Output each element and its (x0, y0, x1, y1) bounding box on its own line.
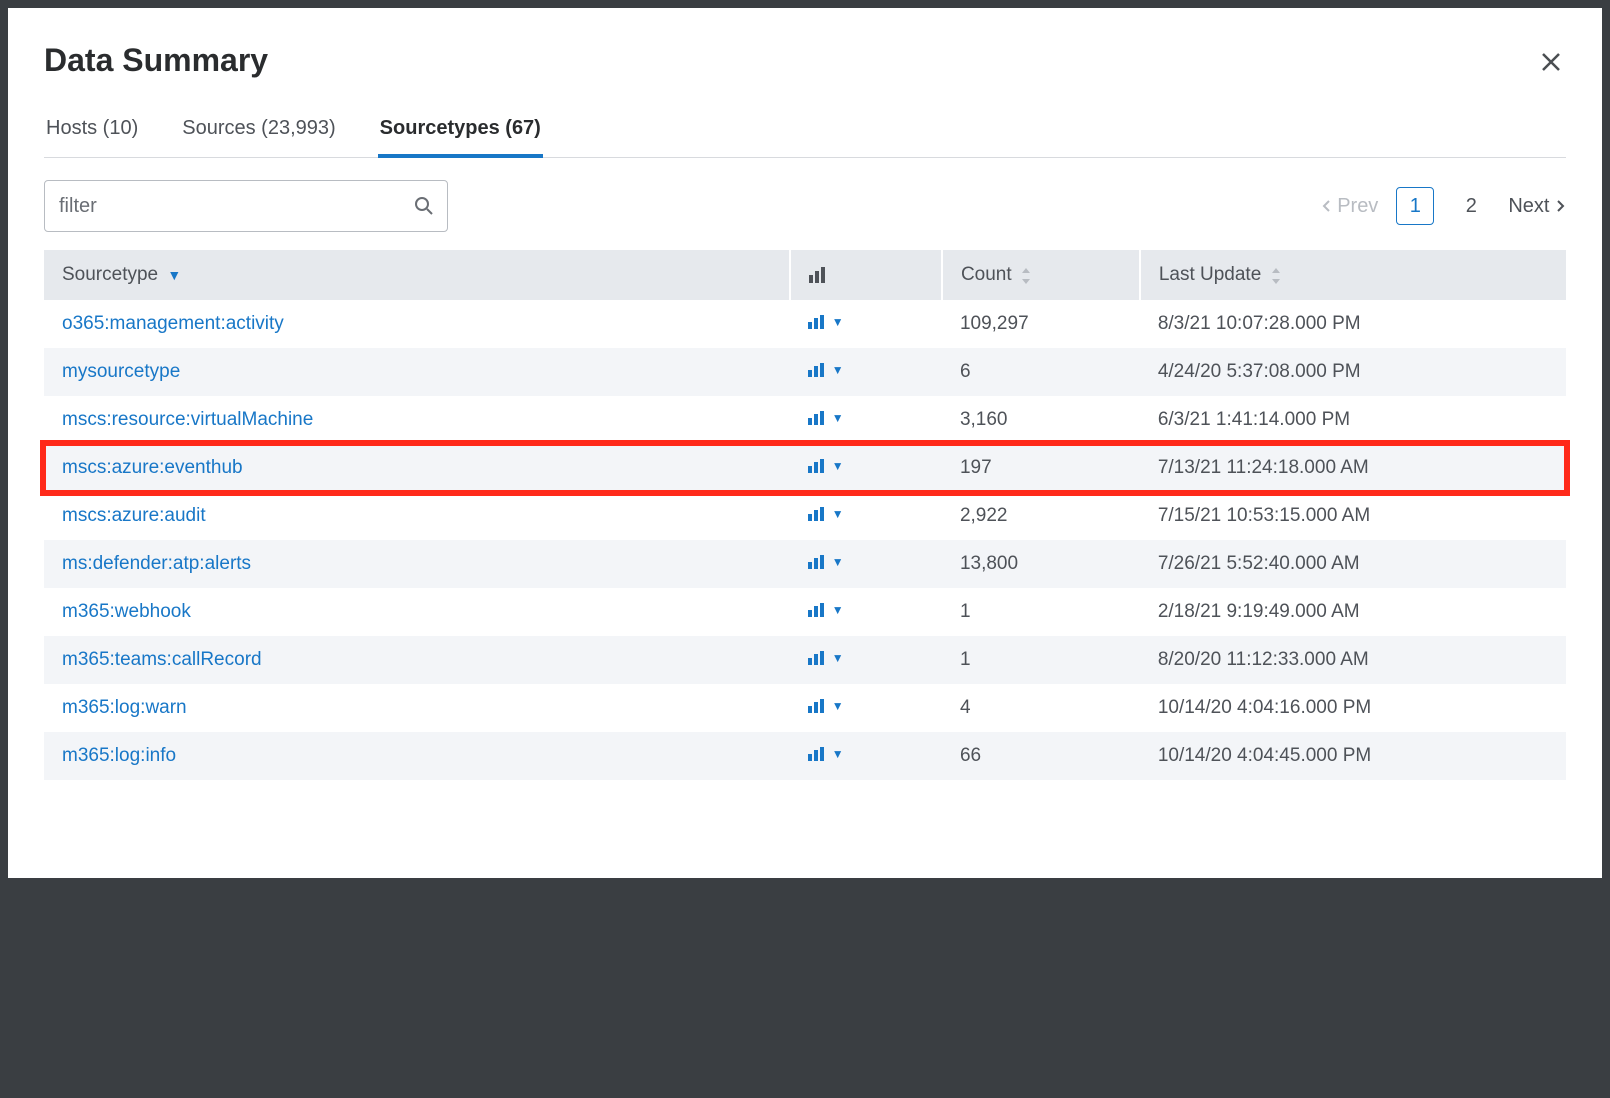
sourcetype-link[interactable]: ms:defender:atp:alerts (62, 553, 251, 574)
sourcetype-link[interactable]: mscs:azure:audit (62, 505, 206, 526)
column-header-sourcetype[interactable]: Sourcetype ▼ (44, 250, 790, 300)
chevron-down-icon: ▼ (832, 315, 844, 329)
last-update-cell: 10/14/20 4:04:45.000 PM (1140, 732, 1566, 780)
chart-action-icon[interactable]: ▼ (808, 411, 844, 425)
column-header-sourcetype-label: Sourcetype (62, 264, 158, 285)
count-cell: 3,160 (942, 396, 1140, 444)
chevron-down-icon: ▼ (832, 555, 844, 569)
last-update-cell: 10/14/20 4:04:16.000 PM (1140, 684, 1566, 732)
tabs: Hosts (10) Sources (23,993) Sourcetypes … (44, 107, 1566, 158)
sort-icon (1271, 267, 1281, 283)
chart-action-icon[interactable]: ▼ (808, 507, 844, 521)
chevron-down-icon: ▼ (832, 459, 844, 473)
tab-hosts[interactable]: Hosts (10) (44, 107, 140, 158)
table-row: m365:webhook ▼ 12/18/21 9:19:49.000 AM (44, 588, 1566, 636)
table-row: o365:management:activity ▼ 109,2978/3/21 1… (44, 300, 1566, 348)
table-row: mscs:azure:eventhub ▼ 1977/13/21 11:24:18.… (44, 444, 1566, 492)
last-update-cell: 6/3/21 1:41:14.000 PM (1140, 396, 1566, 444)
pagination-page-2[interactable]: 2 (1452, 187, 1490, 225)
chart-action-icon[interactable]: ▼ (808, 747, 844, 761)
sourcetype-link[interactable]: mscs:resource:virtualMachine (62, 409, 313, 430)
count-cell: 1 (942, 588, 1140, 636)
count-cell: 197 (942, 444, 1140, 492)
pagination-next[interactable]: Next (1508, 195, 1566, 218)
last-update-cell: 7/15/21 10:53:15.000 AM (1140, 492, 1566, 540)
pagination-next-label: Next (1508, 195, 1549, 217)
sort-icon (1021, 267, 1031, 283)
column-header-last-update-label: Last Update (1159, 264, 1261, 285)
table-row: mscs:azure:audit ▼ 2,9227/15/21 10:53:15.0… (44, 492, 1566, 540)
count-cell: 13,800 (942, 540, 1140, 588)
sort-desc-icon: ▼ (167, 267, 181, 283)
sourcetype-link[interactable]: mscs:azure:eventhub (62, 457, 243, 478)
table-row: ms:defender:atp:alerts ▼ 13,8007/26/21 5:5… (44, 540, 1566, 588)
sourcetype-link[interactable]: m365:log:info (62, 745, 176, 766)
column-header-count[interactable]: Count (942, 250, 1140, 300)
chevron-down-icon: ▼ (832, 411, 844, 425)
chevron-down-icon: ▼ (832, 363, 844, 377)
count-cell: 109,297 (942, 300, 1140, 348)
count-cell: 6 (942, 348, 1140, 396)
close-icon[interactable] (1536, 42, 1566, 78)
sourcetype-link[interactable]: m365:teams:callRecord (62, 649, 262, 670)
chevron-down-icon: ▼ (832, 507, 844, 521)
chevron-down-icon: ▼ (832, 603, 844, 617)
filter-wrap (44, 180, 448, 232)
table-row: mysourcetype ▼ 64/24/20 5:37:08.000 PM (44, 348, 1566, 396)
pagination: Prev 1 2 Next (1321, 187, 1566, 225)
chart-action-icon[interactable]: ▼ (808, 363, 844, 377)
chevron-down-icon: ▼ (832, 699, 844, 713)
last-update-cell: 8/20/20 11:12:33.000 AM (1140, 636, 1566, 684)
column-header-count-label: Count (961, 264, 1012, 285)
chevron-down-icon: ▼ (832, 651, 844, 665)
filter-input[interactable] (44, 180, 448, 232)
sourcetype-link[interactable]: o365:management:activity (62, 313, 284, 334)
count-cell: 4 (942, 684, 1140, 732)
table-row: m365:log:info ▼ 6610/14/20 4:04:45.000 PM (44, 732, 1566, 780)
pagination-prev: Prev (1321, 195, 1379, 218)
tab-sourcetypes[interactable]: Sourcetypes (67) (378, 107, 543, 158)
table-row: mscs:resource:virtualMachine ▼ 3,1606/3/21… (44, 396, 1566, 444)
column-header-last-update[interactable]: Last Update (1140, 250, 1566, 300)
sourcetype-link[interactable]: m365:webhook (62, 601, 191, 622)
pagination-page-1[interactable]: 1 (1396, 187, 1434, 225)
chart-action-icon[interactable]: ▼ (808, 315, 844, 329)
last-update-cell: 7/26/21 5:52:40.000 AM (1140, 540, 1566, 588)
data-summary-modal: Data Summary Hosts (10) Sources (23,993)… (8, 8, 1602, 878)
column-header-chart[interactable] (790, 250, 942, 300)
sourcetype-link[interactable]: mysourcetype (62, 361, 180, 382)
sourcetype-link[interactable]: m365:log:warn (62, 697, 187, 718)
modal-title: Data Summary (44, 42, 268, 79)
chart-action-icon[interactable]: ▼ (808, 699, 844, 713)
controls-row: Prev 1 2 Next (44, 180, 1566, 232)
tab-sources[interactable]: Sources (23,993) (180, 107, 337, 158)
chart-action-icon[interactable]: ▼ (808, 603, 844, 617)
count-cell: 2,922 (942, 492, 1140, 540)
sourcetypes-table: Sourcetype ▼ Count Last Update (44, 250, 1566, 780)
table-row: m365:teams:callRecord ▼ 18/20/20 11:12:33.… (44, 636, 1566, 684)
count-cell: 66 (942, 732, 1140, 780)
chart-action-icon[interactable]: ▼ (808, 651, 844, 665)
bar-chart-icon (809, 264, 827, 285)
count-cell: 1 (942, 636, 1140, 684)
pagination-prev-label: Prev (1337, 195, 1378, 217)
last-update-cell: 7/13/21 11:24:18.000 AM (1140, 444, 1566, 492)
chart-action-icon[interactable]: ▼ (808, 555, 844, 569)
last-update-cell: 4/24/20 5:37:08.000 PM (1140, 348, 1566, 396)
modal-header: Data Summary (44, 42, 1566, 79)
table-row: m365:log:warn ▼ 410/14/20 4:04:16.000 PM (44, 684, 1566, 732)
chevron-down-icon: ▼ (832, 747, 844, 761)
last-update-cell: 8/3/21 10:07:28.000 PM (1140, 300, 1566, 348)
chart-action-icon[interactable]: ▼ (808, 459, 844, 473)
search-icon[interactable] (414, 196, 434, 216)
last-update-cell: 2/18/21 9:19:49.000 AM (1140, 588, 1566, 636)
